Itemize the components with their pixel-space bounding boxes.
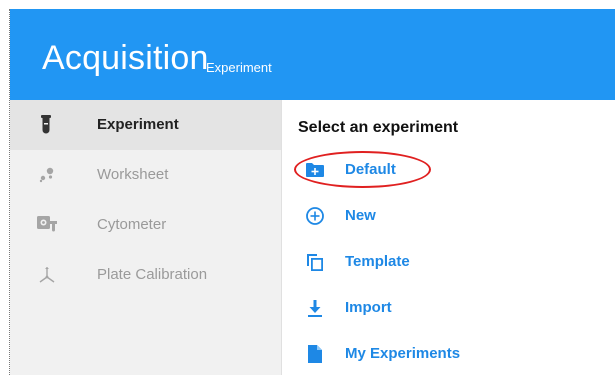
default-experiment-button[interactable]: Default: [282, 153, 615, 187]
sidebar-item-label: Plate Calibration: [97, 266, 208, 283]
sidebar-item-label: Experiment: [97, 116, 179, 133]
app-header: Acquisition Experiment: [10, 9, 615, 100]
option-label: Template: [345, 253, 410, 270]
dots-cluster-icon: [36, 164, 58, 186]
option-label: My Experiments: [345, 345, 461, 362]
option-label: Import: [345, 299, 392, 316]
page-title: Acquisition: [42, 39, 209, 77]
option-label: Default: [345, 161, 396, 178]
download-icon: [304, 297, 326, 319]
sidebar-item-label: Worksheet: [97, 166, 169, 183]
cytometer-icon: [36, 214, 58, 236]
file-icon: [304, 343, 326, 365]
my-experiments-button[interactable]: My Experiments: [282, 337, 615, 371]
new-experiment-button[interactable]: New: [282, 199, 615, 233]
sidebar-item-plate-calibration[interactable]: Plate Calibration: [10, 250, 281, 300]
axes-calibration-icon: [36, 264, 58, 286]
sidebar-item-label: Cytometer: [97, 216, 167, 233]
option-label: New: [345, 207, 376, 224]
app-window: Acquisition Experiment Experiment Worksh…: [9, 9, 615, 375]
sidebar-item-experiment[interactable]: Experiment: [10, 100, 281, 150]
sidebar: Experiment Worksheet Cytometer Plate Cal…: [10, 100, 282, 375]
import-button[interactable]: Import: [282, 291, 615, 325]
experiment-panel: Select an experiment Default New Templat…: [282, 100, 615, 375]
page-subtitle: Experiment: [206, 60, 272, 75]
circle-plus-icon: [304, 205, 326, 227]
copy-icon: [304, 251, 326, 273]
test-tube-icon: [36, 114, 58, 136]
template-button[interactable]: Template: [282, 245, 615, 279]
sidebar-item-worksheet[interactable]: Worksheet: [10, 150, 281, 200]
sidebar-item-cytometer[interactable]: Cytometer: [10, 200, 281, 250]
section-heading: Select an experiment: [298, 119, 459, 136]
folder-plus-icon: [304, 159, 326, 181]
